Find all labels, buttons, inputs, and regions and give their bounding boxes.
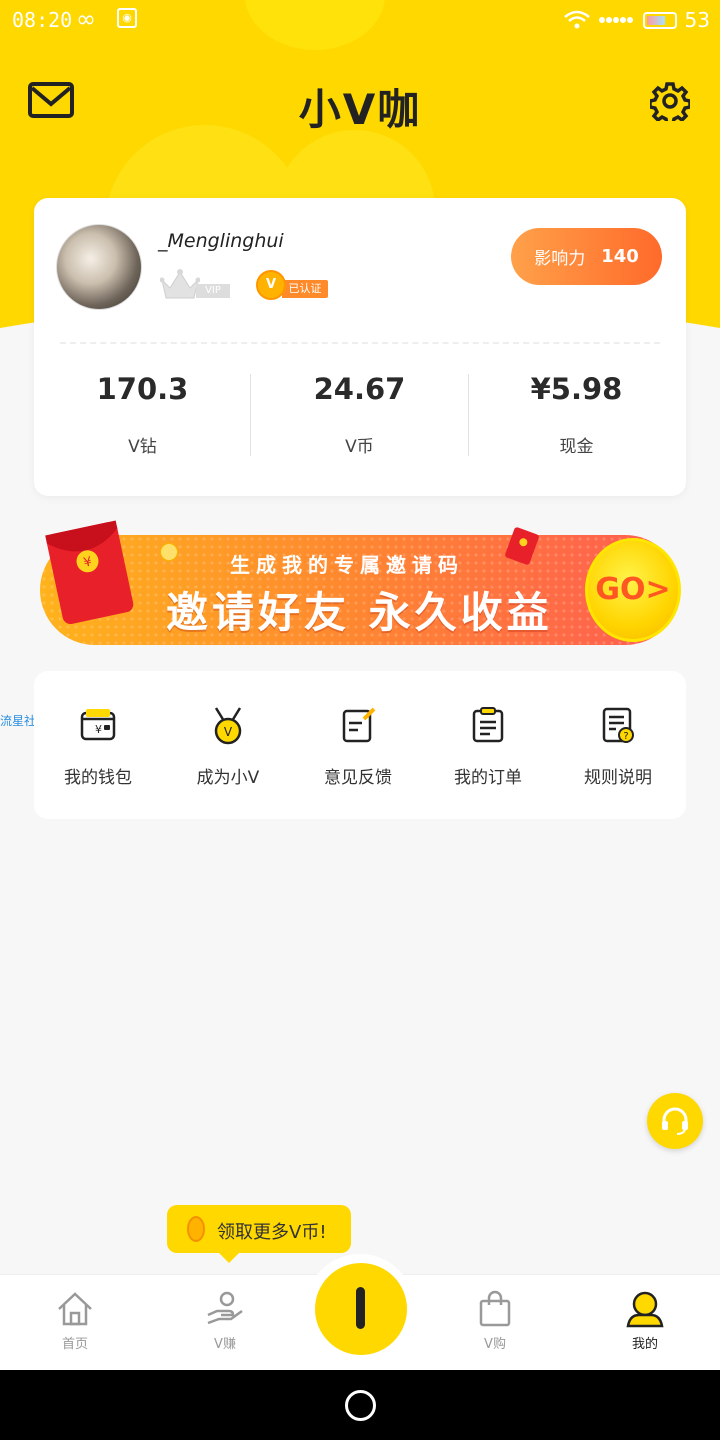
verified-label: 已认证	[282, 280, 328, 298]
menu-card: ¥ 我的钱包 V 成为小V 意见反馈 我的订单 ? 规则说明	[34, 671, 686, 819]
headset-icon	[662, 1107, 688, 1135]
banner-title: 邀请好友 永久收益	[166, 588, 553, 637]
menu-item-wallet[interactable]: ¥ 我的钱包	[38, 705, 158, 788]
tab-label: V购	[484, 1337, 506, 1352]
clipboard-icon	[472, 707, 504, 743]
stat-v-diamond[interactable]: 170.3 V钻	[34, 372, 251, 457]
tooltip-text: 领取更多V币!	[217, 1222, 327, 1243]
gear-icon[interactable]	[650, 81, 690, 121]
top-bar: 小V咖	[0, 70, 720, 134]
menu-item-rules[interactable]: ? 规则说明	[558, 705, 678, 788]
feedback-icon	[342, 707, 376, 743]
menu-label: 规则说明	[584, 768, 652, 788]
signal-icon	[598, 17, 633, 23]
vip-badge: VIP	[159, 268, 230, 300]
stat-v-coin[interactable]: 24.67 V币	[251, 372, 468, 457]
weibo-icon: ◉	[117, 8, 137, 28]
tab-label: V赚	[214, 1337, 236, 1352]
menu-item-orders[interactable]: 我的订单	[428, 705, 548, 788]
crown-icon	[159, 269, 201, 299]
stat-cash[interactable]: ¥5.98 现金	[468, 372, 685, 457]
tab-shop[interactable]: V购	[435, 1289, 555, 1352]
tab-home[interactable]: 首页	[15, 1289, 135, 1352]
medal-icon: V	[214, 707, 242, 745]
tab-label: 首页	[61, 1337, 88, 1352]
menu-label: 我的订单	[454, 768, 522, 788]
system-navigation-bar	[0, 1370, 720, 1440]
infinity-icon: ∞	[76, 5, 96, 33]
banner-subtitle: 生成我的专属邀请码	[230, 553, 464, 577]
system-home-icon[interactable]	[345, 1390, 376, 1421]
influence-value: 140	[601, 246, 639, 267]
menu-label: 我的钱包	[64, 768, 132, 788]
center-action-circle	[315, 1263, 407, 1355]
influence-button[interactable]: 影响力 140	[511, 228, 662, 285]
coin-icon	[160, 543, 178, 561]
menu-label: 意见反馈	[324, 768, 392, 788]
influence-label: 影响力	[534, 249, 586, 269]
svg-text:?: ?	[623, 731, 628, 742]
tab-earn[interactable]: V赚	[165, 1289, 285, 1352]
invite-banner[interactable]: ¥ 生成我的专属邀请码 邀请好友 永久收益 GO>	[40, 520, 681, 645]
stat-label: V钻	[128, 437, 157, 457]
app-title: 小V咖	[298, 85, 422, 134]
avatar[interactable]	[56, 224, 142, 310]
vip-label: VIP	[196, 284, 230, 298]
menu-item-become-v[interactable]: V 成为小V	[168, 705, 288, 788]
menu-item-feedback[interactable]: 意见反馈	[298, 705, 418, 788]
customer-service-button[interactable]	[647, 1093, 703, 1149]
menu-label: 成为小V	[196, 768, 260, 788]
verified-badge: 已认证 V	[256, 270, 330, 300]
home-icon	[58, 1292, 92, 1326]
wallet-icon: ¥	[80, 709, 116, 741]
stat-label: V币	[345, 437, 374, 457]
battery-icon	[642, 11, 677, 29]
stat-value: ¥5.98	[530, 372, 623, 406]
stat-label: 现金	[559, 437, 594, 457]
svg-text:¥: ¥	[95, 723, 102, 736]
wifi-icon	[563, 10, 590, 29]
shopping-bag-icon	[479, 1290, 511, 1327]
svg-text:V: V	[224, 725, 233, 739]
status-time: 08:20	[12, 8, 73, 32]
tab-label: 我的	[631, 1337, 658, 1352]
center-action-button[interactable]	[305, 1254, 415, 1364]
coin-icon	[187, 1216, 205, 1242]
earn-more-tooltip[interactable]: 领取更多V币!	[167, 1205, 351, 1263]
go-button[interactable]: GO>	[585, 538, 681, 642]
profile-card: _Menglinghui VIP 已认证 V 影响力 140 170.3 V钻 …	[34, 198, 686, 496]
divider	[60, 342, 660, 344]
stat-value: 170.3	[96, 372, 189, 406]
center-bar-icon	[356, 1287, 365, 1329]
username: _Menglinghui	[158, 230, 284, 252]
tab-mine[interactable]: 我的	[585, 1289, 705, 1352]
verified-v-icon: V	[256, 270, 286, 300]
user-icon	[626, 1291, 664, 1328]
status-bar: 08:20 ∞ ◉ 53	[0, 0, 720, 40]
battery-level: 53	[684, 8, 710, 32]
earn-icon	[207, 1291, 243, 1325]
rules-icon: ?	[602, 707, 634, 743]
stat-value: 24.67	[313, 372, 406, 406]
